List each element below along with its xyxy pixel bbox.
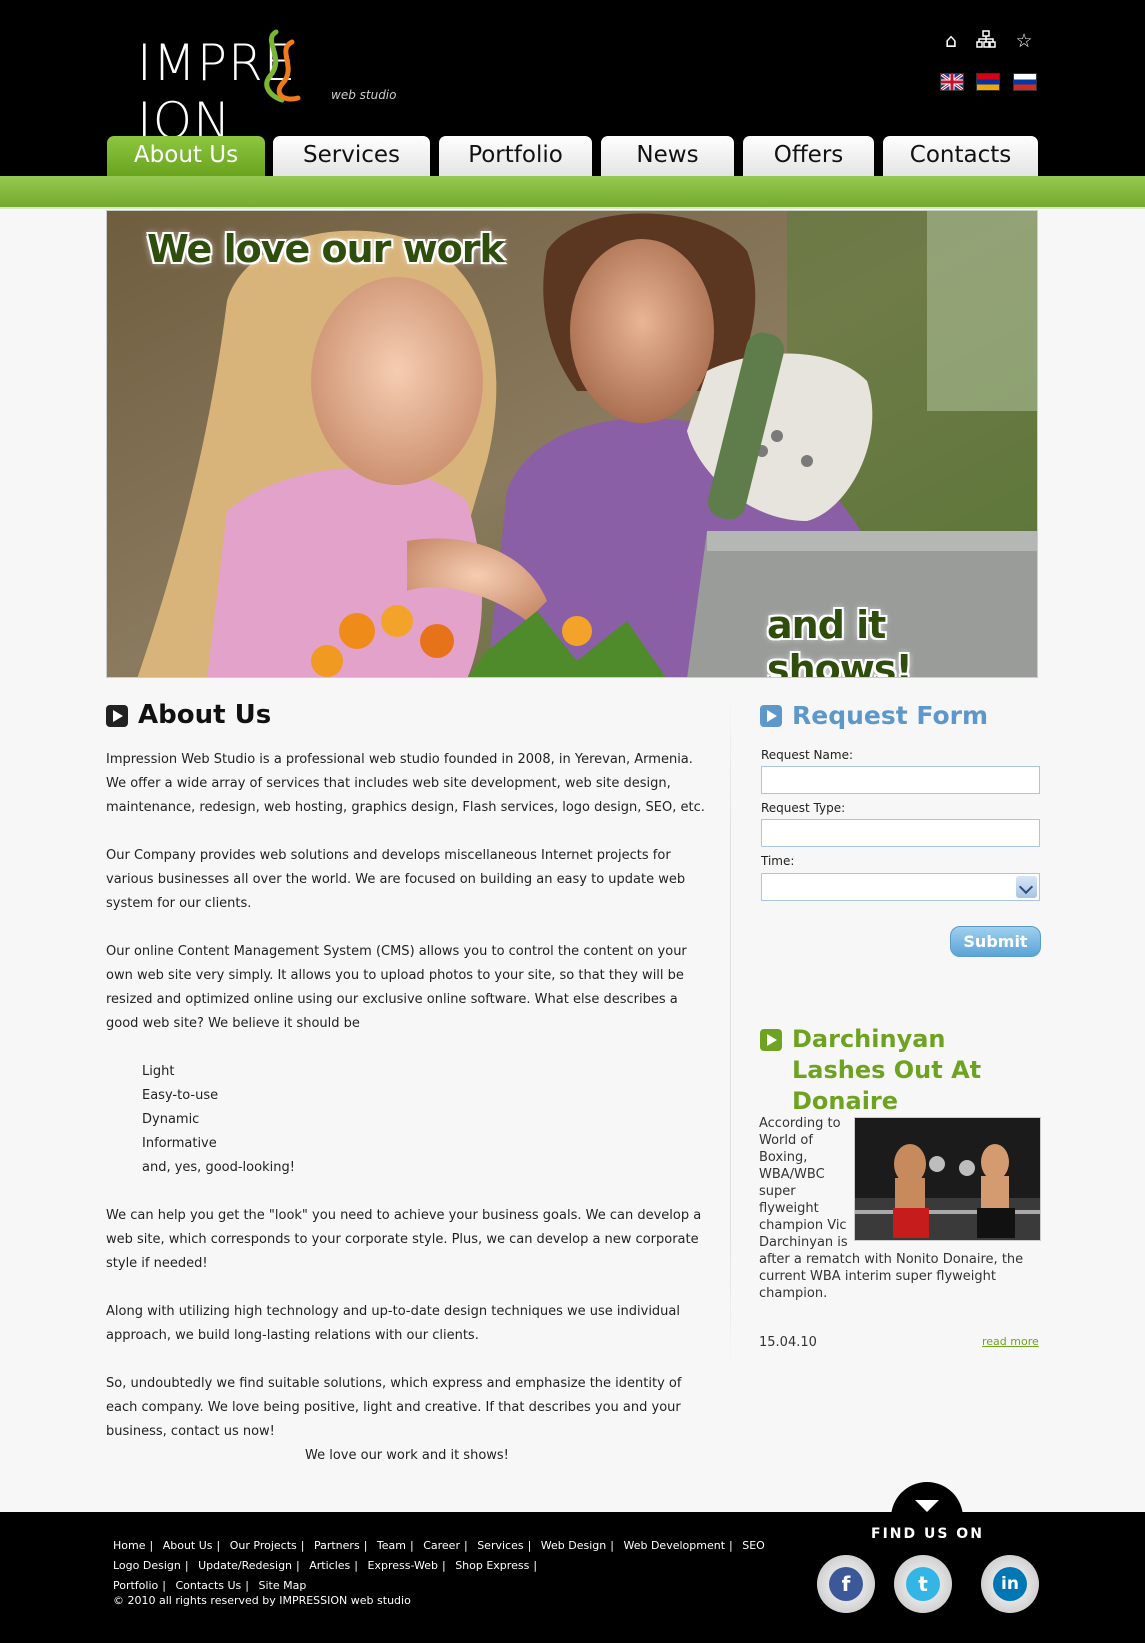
list-item: Informative	[142, 1136, 217, 1151]
footer-link-partners[interactable]: Partners	[314, 1539, 360, 1552]
main-nav: About Us Services Portfolio News Offers …	[107, 136, 1039, 176]
logo[interactable]: IMPREION web studio	[137, 28, 417, 150]
about-paragraph: Along with utilizing high technology and…	[106, 1304, 680, 1343]
about-paragraph: Our online Content Management System (CM…	[106, 944, 687, 1031]
sidebar-divider	[730, 690, 731, 1370]
sitemap-icon[interactable]	[975, 30, 997, 52]
logo-ss-mark	[264, 29, 301, 103]
footer-link-web-design[interactable]: Web Design	[541, 1539, 606, 1552]
hero-tagline: and it shows!	[767, 603, 913, 678]
tab-about-us[interactable]: About Us	[107, 136, 265, 176]
request-name-input[interactable]	[761, 766, 1040, 794]
footer-link-team[interactable]: Team	[377, 1539, 406, 1552]
request-form-title: Request Form	[792, 701, 989, 730]
arrow-right-icon	[760, 705, 782, 727]
footer-link-our-projects[interactable]: Our Projects	[230, 1539, 297, 1552]
home-icon[interactable]: ⌂	[940, 30, 962, 52]
about-paragraph: So, undoubtedly we find suitable solutio…	[106, 1376, 682, 1439]
language-flags	[940, 72, 1040, 95]
read-more-link[interactable]: read more	[982, 1335, 1039, 1348]
twitter-icon[interactable]: t	[894, 1555, 952, 1613]
list-item: Light	[142, 1064, 175, 1079]
footer-link-contacts-us[interactable]: Contacts Us	[175, 1579, 241, 1592]
tab-services[interactable]: Services	[273, 136, 430, 176]
request-form-heading: Request Form	[760, 700, 1040, 732]
footer-link-express-web[interactable]: Express-Web	[368, 1559, 438, 1572]
about-paragraph: Impression Web Studio is a professional …	[106, 752, 705, 815]
footer-link-web-development[interactable]: Web Development	[623, 1539, 725, 1552]
about-paragraph: Our Company provides web solutions and d…	[106, 848, 686, 911]
request-name-label: Request Name:	[761, 748, 854, 762]
tab-offers[interactable]: Offers	[743, 136, 874, 176]
footer-links: Home | About Us | Our Projects | Partners | …	[113, 1539, 765, 1592]
news-heading: Darchinyan Lashes Out At Donaire	[760, 1024, 1040, 1115]
news-item: According to World of Boxing, WBA/WBC su…	[759, 1115, 1041, 1302]
time-select[interactable]	[761, 873, 1040, 901]
about-body: Impression Web Studio is a professional …	[106, 748, 706, 1468]
request-type-input[interactable]	[761, 819, 1040, 847]
footer-link-about-us[interactable]: About Us	[163, 1539, 213, 1552]
arrow-right-icon	[106, 705, 128, 727]
footer-link-articles[interactable]: Articles	[309, 1559, 350, 1572]
arrow-right-icon	[760, 1029, 782, 1051]
flag-russia-icon[interactable]	[1013, 73, 1037, 91]
footer-link-logo-design[interactable]: Logo Design	[113, 1559, 181, 1572]
footer-link-portfolio[interactable]: Portfolio	[113, 1579, 158, 1592]
footer-link-services[interactable]: Services	[477, 1539, 523, 1552]
footer-link-career[interactable]: Career	[423, 1539, 460, 1552]
request-type-label: Request Type:	[761, 801, 846, 815]
chevron-down-icon[interactable]	[1016, 876, 1037, 898]
copyright: © 2010 all rights reserved by IMPRESSION…	[113, 1594, 411, 1607]
tab-contacts[interactable]: Contacts	[883, 136, 1038, 176]
flag-armenia-icon[interactable]	[976, 73, 1000, 91]
about-paragraph: We can help you get the "look" you need …	[106, 1208, 702, 1271]
footer-link-home[interactable]: Home	[113, 1539, 145, 1552]
header: IMPREION web studio ⌂ ☆ About Us Service…	[0, 0, 1145, 176]
top-icons: ⌂ ☆	[940, 30, 1040, 54]
qualities-list: Light Easy-to-use Dynamic Informative an…	[142, 1060, 706, 1180]
flag-uk-icon[interactable]	[940, 72, 964, 92]
news-date: 15.04.10	[759, 1335, 817, 1350]
hero-headline: We love our work	[147, 227, 505, 271]
hero-banner: We love our work and it shows!	[106, 210, 1038, 678]
footer-link-shop-express[interactable]: Shop Express	[455, 1559, 529, 1572]
logo-subtitle: web studio	[331, 88, 397, 102]
tab-news[interactable]: News	[601, 136, 734, 176]
footer-link-site-map[interactable]: Site Map	[259, 1579, 307, 1592]
list-item: and, yes, good-looking!	[142, 1160, 295, 1175]
facebook-icon[interactable]: f	[817, 1555, 875, 1613]
news-title[interactable]: Darchinyan Lashes Out At Donaire	[792, 1024, 1042, 1117]
star-icon[interactable]: ☆	[1013, 30, 1035, 52]
time-label: Time:	[761, 854, 795, 868]
tab-portfolio[interactable]: Portfolio	[439, 136, 592, 176]
list-item: Easy-to-use	[142, 1088, 219, 1103]
list-item: Dynamic	[142, 1112, 200, 1127]
find-us-label: FIND US ON	[871, 1526, 984, 1542]
linkedin-icon[interactable]: in	[981, 1555, 1039, 1613]
page-title: About Us	[138, 700, 272, 730]
nav-green-bar	[0, 176, 1145, 209]
footer-link-seo[interactable]: SEO	[742, 1539, 765, 1552]
submit-button[interactable]: Submit	[950, 926, 1041, 957]
news-image[interactable]	[854, 1117, 1041, 1241]
footer-link-update-redesign[interactable]: Update/Redesign	[198, 1559, 292, 1572]
about-closing: We love our work and it shows!	[305, 1448, 509, 1463]
